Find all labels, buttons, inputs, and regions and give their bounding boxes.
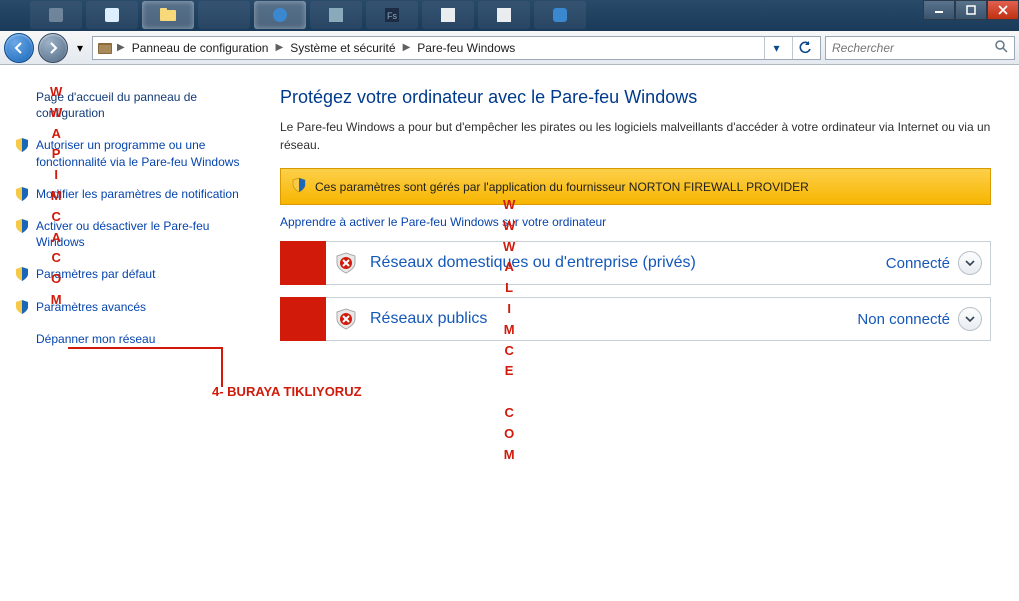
sidebar-item-allow-program[interactable]: Autoriser un programme ou une fonctionna… bbox=[14, 133, 246, 173]
alert-text: Ces paramètres sont gérés par l'applicat… bbox=[315, 180, 809, 194]
network-status: Non connecté bbox=[849, 311, 958, 328]
shield-error-icon bbox=[326, 308, 366, 330]
taskbar-item[interactable] bbox=[310, 1, 362, 29]
shield-icon bbox=[14, 186, 30, 206]
sidebar-item-advanced-settings[interactable]: Paramètres avancés bbox=[14, 295, 246, 319]
sidebar-item-label: Dépanner mon réseau bbox=[36, 332, 155, 346]
sidebar: Page d'accueil du panneau de configurati… bbox=[0, 65, 260, 601]
taskbar-item[interactable] bbox=[534, 1, 586, 29]
shield-icon bbox=[14, 137, 30, 157]
refresh-button[interactable] bbox=[792, 37, 816, 59]
breadcrumb-separator[interactable]: ▶ bbox=[117, 42, 125, 53]
minimize-button[interactable] bbox=[923, 0, 955, 20]
network-color-strip bbox=[280, 297, 326, 341]
shield-icon bbox=[14, 299, 30, 319]
breadcrumb-separator[interactable]: ▶ bbox=[275, 42, 283, 53]
taskbar-item[interactable] bbox=[198, 1, 250, 29]
search-input[interactable] bbox=[832, 41, 994, 55]
sidebar-item-label: Autoriser un programme ou une fonctionna… bbox=[36, 138, 239, 168]
maximize-button[interactable] bbox=[955, 0, 987, 20]
shield-error-icon bbox=[326, 252, 366, 274]
forward-button[interactable] bbox=[38, 33, 68, 63]
taskbar-item[interactable]: Fs bbox=[366, 1, 418, 29]
search-box[interactable] bbox=[825, 36, 1015, 60]
sidebar-item-label: Modifier les paramètres de notification bbox=[36, 187, 239, 201]
control-panel-icon bbox=[97, 40, 113, 56]
taskbar-item[interactable] bbox=[30, 1, 82, 29]
back-button[interactable] bbox=[4, 33, 34, 63]
network-panel-public[interactable]: Réseaux publics Non connecté bbox=[280, 297, 991, 341]
taskbar: Fs bbox=[0, 0, 1019, 31]
breadcrumb-item[interactable]: Pare-feu Windows bbox=[414, 39, 518, 57]
taskbar-running-apps: Fs bbox=[30, 1, 586, 29]
content-pane: Protégez votre ordinateur avec le Pare-f… bbox=[260, 65, 1019, 601]
sidebar-item-notification-settings[interactable]: Modifier les paramètres de notification bbox=[14, 182, 246, 206]
taskbar-item[interactable] bbox=[478, 1, 530, 29]
sidebar-item-default-settings[interactable]: Paramètres par défaut bbox=[14, 262, 246, 286]
sidebar-item-label: Activer ou désactiver le Pare-feu Window… bbox=[36, 219, 209, 249]
page-title: Protégez votre ordinateur avec le Pare-f… bbox=[280, 87, 991, 108]
network-color-strip bbox=[280, 241, 326, 285]
breadcrumb-item[interactable]: Panneau de configuration bbox=[129, 39, 272, 57]
address-bar[interactable]: ▶ Panneau de configuration ▶ Système et … bbox=[92, 36, 821, 60]
network-label: Réseaux publics bbox=[366, 310, 849, 328]
network-status: Connecté bbox=[878, 255, 958, 272]
nav-history-dropdown[interactable]: ▾ bbox=[72, 36, 88, 60]
sidebar-item-label: Paramètres par défaut bbox=[36, 267, 155, 281]
window-controls bbox=[923, 0, 1019, 20]
sidebar-item-label: Paramètres avancés bbox=[36, 300, 146, 314]
taskbar-item-explorer[interactable] bbox=[142, 1, 194, 29]
learn-more-link[interactable]: Apprendre à activer le Pare-feu Windows … bbox=[280, 215, 606, 229]
expand-button[interactable] bbox=[958, 307, 982, 331]
close-button[interactable] bbox=[987, 0, 1019, 20]
breadcrumb-separator[interactable]: ▶ bbox=[403, 42, 411, 53]
taskbar-item[interactable] bbox=[86, 1, 138, 29]
expand-button[interactable] bbox=[958, 251, 982, 275]
sidebar-item-troubleshoot[interactable]: Dépanner mon réseau bbox=[14, 327, 246, 351]
page-description: Le Pare-feu Windows a pour but d'empêche… bbox=[280, 118, 991, 154]
sidebar-home-link[interactable]: Page d'accueil du panneau de configurati… bbox=[14, 85, 246, 125]
breadcrumb-item[interactable]: Système et sécurité bbox=[287, 39, 398, 57]
shield-icon bbox=[14, 266, 30, 286]
address-dropdown[interactable]: ▾ bbox=[764, 37, 788, 59]
svg-text:Fs: Fs bbox=[387, 11, 397, 21]
network-label: Réseaux domestiques ou d'entreprise (pri… bbox=[366, 254, 878, 272]
sidebar-item-toggle-firewall[interactable]: Activer ou désactiver le Pare-feu Window… bbox=[14, 214, 246, 254]
shield-icon bbox=[14, 218, 30, 238]
taskbar-item[interactable] bbox=[254, 1, 306, 29]
search-icon bbox=[994, 39, 1008, 56]
provider-alert: Ces paramètres sont gérés par l'applicat… bbox=[280, 168, 991, 205]
shield-icon bbox=[291, 177, 307, 196]
explorer-navbar: ▾ ▶ Panneau de configuration ▶ Système e… bbox=[0, 31, 1019, 65]
taskbar-item[interactable] bbox=[422, 1, 474, 29]
network-panel-private[interactable]: Réseaux domestiques ou d'entreprise (pri… bbox=[280, 241, 991, 285]
